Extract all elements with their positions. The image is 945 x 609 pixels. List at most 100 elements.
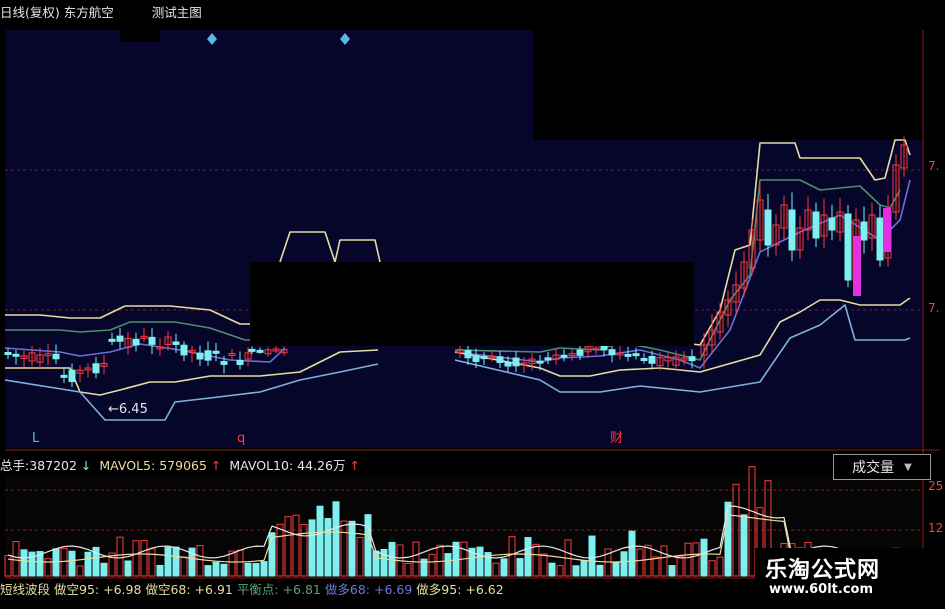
volume-bar — [740, 514, 748, 577]
indicator-item-4: 做多95: +6.62 — [416, 582, 504, 597]
candlestick — [116, 335, 124, 342]
indicator-item-3: 做多68: +6.69 — [324, 582, 413, 597]
indicator-panel-name[interactable]: 短线波段 — [0, 582, 50, 597]
candlestick — [480, 356, 488, 360]
candlestick — [108, 338, 116, 342]
candlestick — [236, 359, 244, 366]
volume-bar — [124, 560, 132, 577]
volume-bar — [572, 565, 580, 577]
volume-bar — [164, 547, 172, 577]
candlestick — [4, 352, 12, 356]
header-item-2: 平衡点:6.81 — [359, 5, 430, 20]
candlestick — [12, 353, 20, 357]
indicator-item-0: 做空95: +6.98 — [54, 582, 142, 597]
candlestick — [536, 360, 544, 364]
volume-bar — [68, 550, 76, 577]
volume-panel-header: 总手:387202 ↓ MAVOL5: 579065 ↑ MAVOL10: 44… — [0, 458, 364, 474]
volume-bar — [260, 561, 268, 577]
price-axis-label: 7. — [928, 159, 939, 173]
volume-bar — [20, 549, 28, 577]
candlestick — [560, 354, 568, 358]
volume-indicator-select[interactable]: 成交量 ▼ — [833, 454, 931, 480]
low-price-marker: ←6.45 — [108, 402, 148, 417]
volume-bar — [668, 565, 676, 577]
volume-bar — [204, 565, 212, 577]
up-arrow-icon: ↑ — [210, 458, 222, 473]
trading-chart-window: 7. 7. ←6.45 Lq 财 25 12 日线(复权) 东方航空 测试主图 做空95:6.98… — [0, 0, 945, 609]
volume-bar — [516, 558, 524, 577]
volume-bar — [308, 519, 316, 577]
volume-bar — [220, 563, 228, 577]
candlestick — [132, 338, 140, 346]
header-item-0: 做空95:6.98 — [205, 5, 279, 20]
watermark-title: 乐淘公式网 — [765, 558, 881, 583]
volume-bar — [524, 537, 532, 577]
candlestick — [860, 221, 868, 241]
candlestick — [472, 355, 480, 362]
event-marker: 财 — [610, 431, 623, 446]
candlestick — [172, 341, 180, 345]
volume-bar — [156, 564, 164, 577]
candlestick — [764, 209, 772, 246]
mavol5-readout: MAVOL5: 579065 ↑ — [99, 458, 222, 473]
header-item-4: 做多 — [510, 5, 536, 20]
up-arrow-icon: ↑ — [349, 458, 360, 473]
candlestick — [52, 353, 60, 360]
price-panel-header: 日线(复权) 东方航空 测试主图 做空95:6.98 做空68:6.91 平衡点:6.81… — [0, 5, 539, 21]
watermark: 乐淘公式网 www.60lt.com — [755, 548, 945, 609]
chart-canvas[interactable]: 7. 7. ←6.45 L q 财 25 12 — [0, 0, 945, 609]
watermark-url: www.60lt.com — [769, 582, 874, 597]
volume-bar — [612, 561, 620, 577]
volume-bar — [596, 564, 604, 577]
volume-bar — [28, 551, 36, 577]
volume-bar — [628, 530, 636, 577]
down-arrow-icon: ↓ — [80, 458, 92, 473]
volume-bar — [372, 550, 380, 577]
header-item-3: 做多68:6.69 — [433, 5, 507, 20]
highlight-candle — [853, 236, 861, 296]
indicator-item-2: 平衡点: +6.81 — [236, 582, 321, 597]
candlestick — [788, 209, 796, 251]
volume-indicator-label: 成交量 — [852, 460, 895, 476]
candlestick — [632, 353, 640, 357]
candlestick — [196, 352, 204, 360]
candlestick — [600, 345, 608, 351]
volume-bar — [364, 514, 372, 577]
candlestick — [844, 213, 852, 281]
indicator-item-1: 做空68: +6.91 — [145, 582, 233, 597]
price-axis-label: 7. — [928, 301, 939, 315]
volume-axis-label: 12 — [928, 521, 943, 535]
volume-axis-label: 25 — [928, 479, 943, 493]
volume-bar — [324, 518, 332, 577]
candlestick — [576, 349, 584, 356]
volume-bar — [268, 532, 276, 577]
candlestick — [512, 357, 520, 367]
candlestick — [608, 349, 616, 356]
candlestick — [812, 211, 820, 239]
candlestick — [624, 353, 632, 357]
redacted-block — [250, 262, 694, 346]
candlestick — [180, 344, 188, 356]
volume-bar — [172, 546, 180, 577]
candlestick — [256, 349, 264, 353]
candlestick — [464, 349, 472, 359]
volume-bar — [548, 562, 556, 577]
volume-bar — [580, 560, 588, 577]
indicator-panel-header: 短线波段 做空95: +6.98 做空68: +6.91 平衡点: +6.81 做多68… — [0, 582, 508, 598]
candlestick — [828, 217, 836, 231]
period-label[interactable]: 日线(复权) — [0, 5, 60, 20]
volume-bar — [100, 562, 108, 577]
volume-bar — [588, 535, 596, 577]
candlestick — [544, 357, 552, 361]
volume-bar — [244, 562, 252, 577]
candlestick — [212, 350, 220, 354]
volume-bar — [332, 501, 340, 577]
candlestick — [92, 363, 100, 374]
volume-bar — [212, 561, 220, 577]
header-item-1: 做空68:6.91 — [282, 5, 356, 20]
indicator-name[interactable]: 测试主图 — [152, 5, 202, 20]
stock-name[interactable]: 东方航空 — [64, 5, 114, 20]
volume-bar — [348, 520, 356, 577]
chevron-down-icon: ▼ — [904, 461, 912, 473]
candlestick — [504, 361, 512, 367]
